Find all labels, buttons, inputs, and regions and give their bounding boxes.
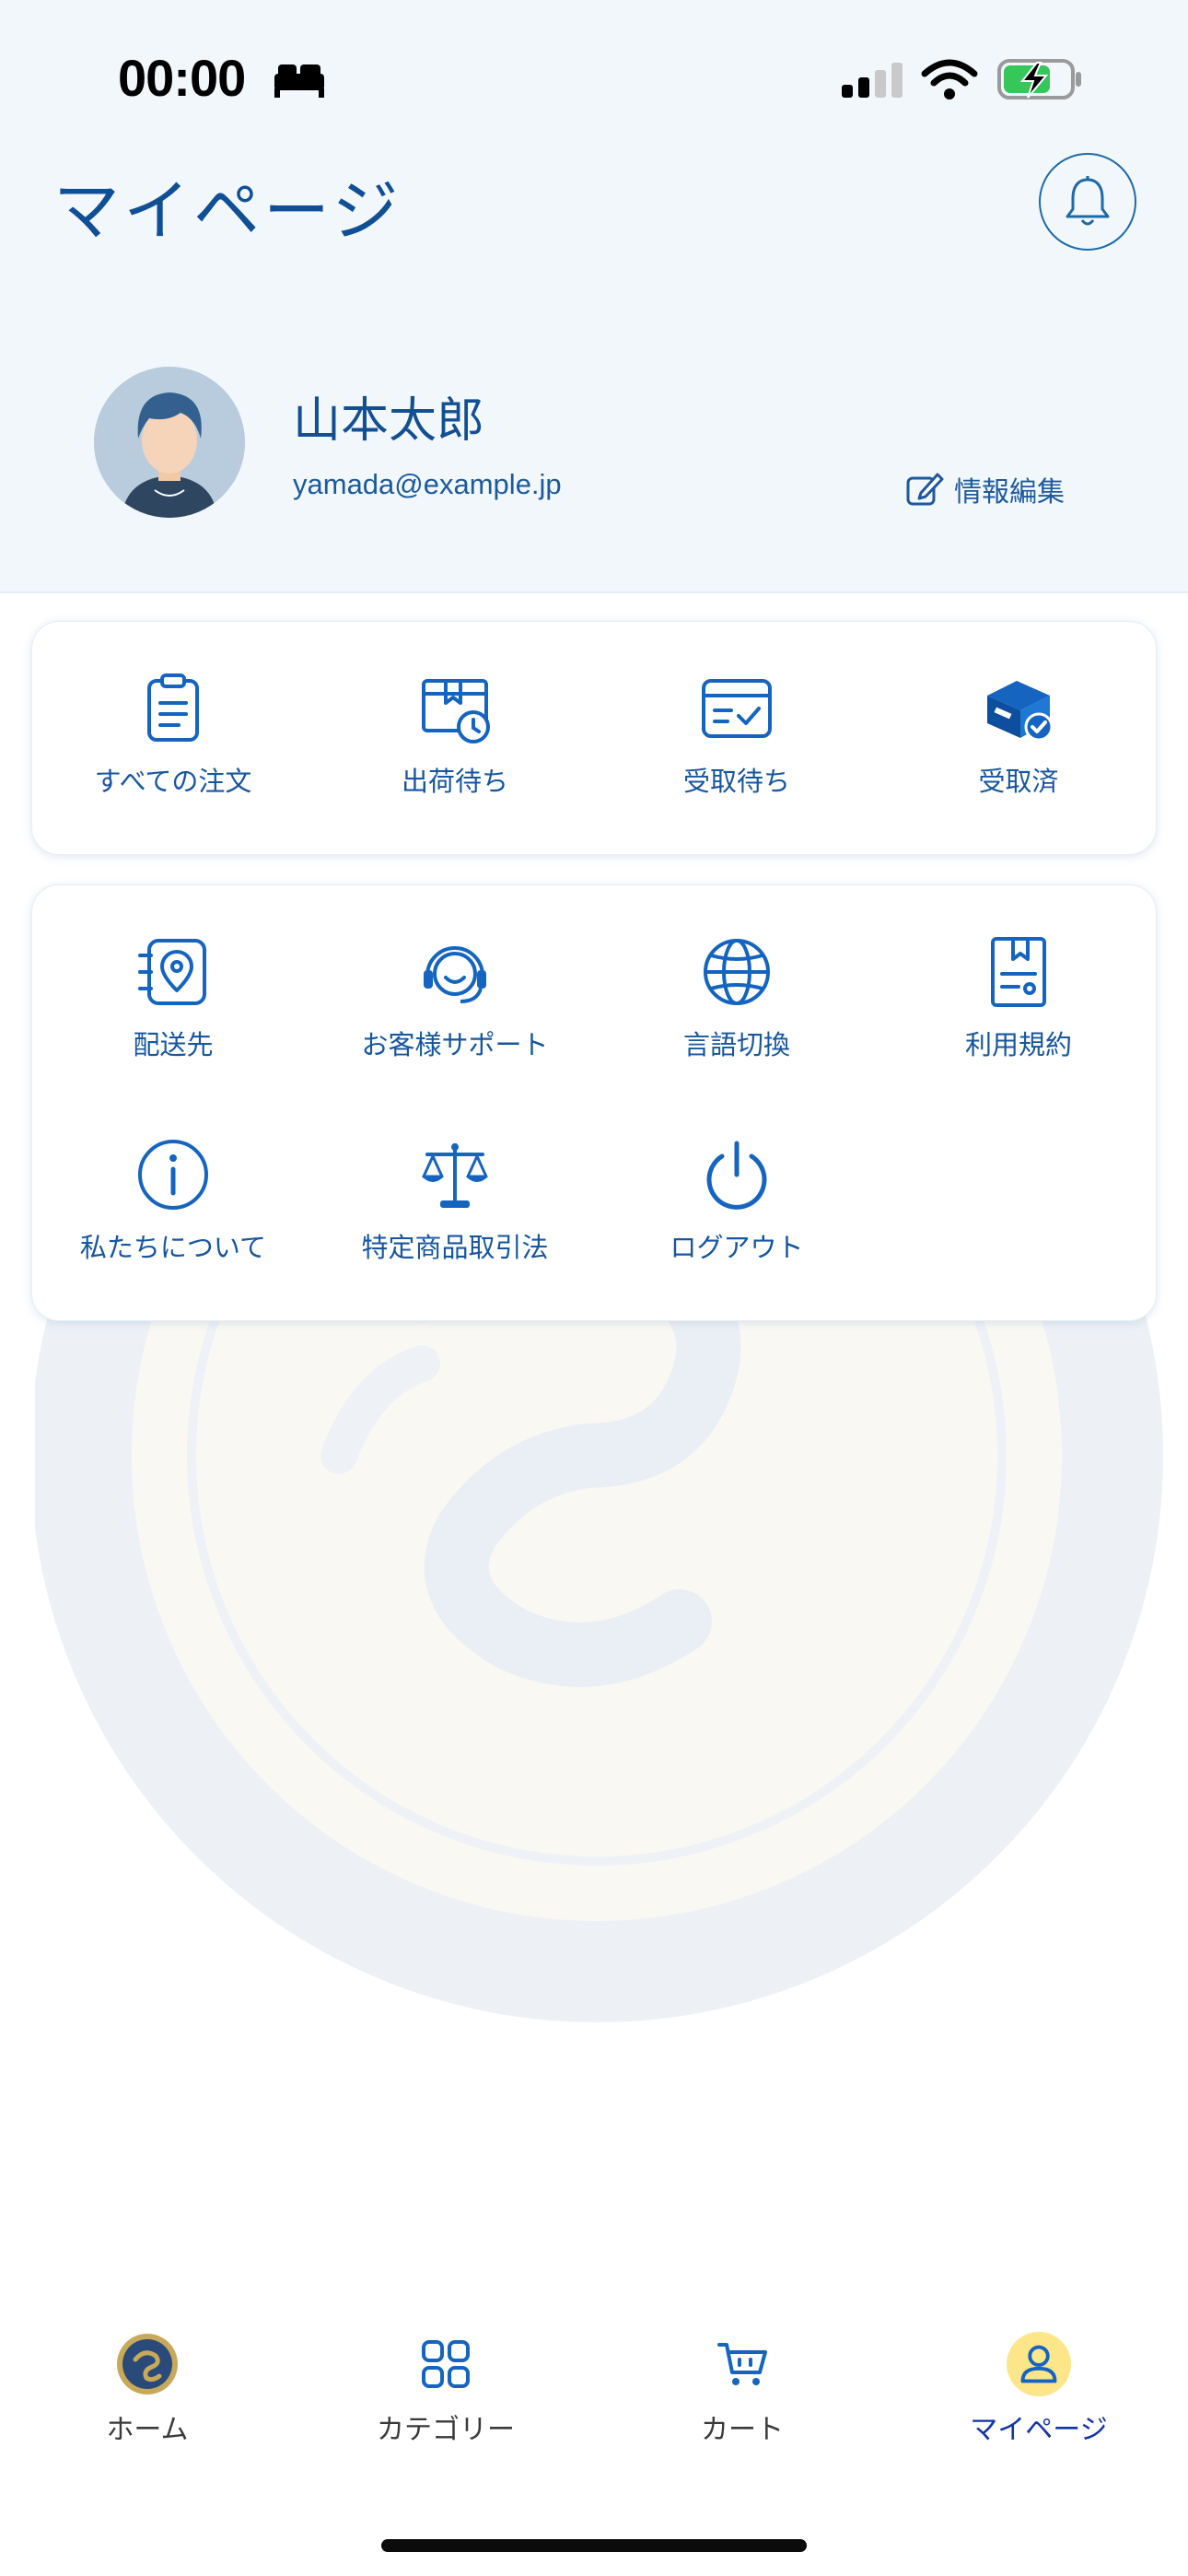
sleep-mode-icon <box>274 64 324 98</box>
user-icon <box>1006 2331 1072 2397</box>
tab-cart-label: カート <box>701 2414 784 2446</box>
user-email: yamada@example.jp <box>293 468 562 500</box>
order-all-button[interactable]: すべての注文 <box>32 670 314 808</box>
shipping-clock-icon <box>422 679 490 744</box>
order-awaiting-receipt-label: 受取待ち <box>682 766 790 797</box>
edit-icon <box>906 473 944 506</box>
terms-of-use-label: 利用規約 <box>964 1029 1072 1060</box>
services-card: 配送先 お客様サポート 言語切換 利用規約 私たちについて 特定商品取引法 ログ… <box>31 884 1157 1321</box>
logout-button[interactable]: ログアウト <box>596 1136 878 1274</box>
grid-icon <box>422 2340 470 2388</box>
orders-card: すべての注文 出荷待ち 受取待ち 受取済 <box>31 621 1157 855</box>
tab-mypage-label: マイページ <box>970 2414 1108 2446</box>
shipping-address-button[interactable]: 配送先 <box>32 933 314 1071</box>
inbox-check-icon <box>702 679 772 738</box>
order-received-button[interactable]: 受取済 <box>878 670 1159 808</box>
terms-of-use-button[interactable]: 利用規約 <box>878 933 1159 1071</box>
terms-book-icon <box>991 937 1046 1007</box>
tab-home[interactable]: ホーム <box>9 2331 285 2451</box>
headset-icon <box>424 946 486 1003</box>
scale-icon <box>422 1143 488 1208</box>
tab-category[interactable]: カテゴリー <box>308 2331 584 2451</box>
user-name: 山本太郎 <box>293 393 485 449</box>
status-time: 00:00 <box>118 49 246 107</box>
home-logo-icon <box>117 2334 178 2395</box>
about-us-label: 私たちについて <box>79 1232 267 1263</box>
order-awaiting-shipment-button[interactable]: 出荷待ち <box>314 670 596 808</box>
power-icon <box>706 1141 767 1210</box>
shipping-address-label: 配送先 <box>133 1029 214 1060</box>
language-switch-label: 言語切換 <box>682 1029 790 1060</box>
avatar-illustration <box>94 367 245 518</box>
globe-icon <box>704 939 770 1005</box>
language-switch-button[interactable]: 言語切換 <box>596 933 878 1071</box>
edit-profile-button[interactable]: 情報編集 <box>904 466 1065 512</box>
bell-icon <box>1066 176 1110 226</box>
commercial-law-label: 特定商品取引法 <box>361 1232 549 1263</box>
cellular-signal-icon <box>842 63 903 98</box>
commercial-law-button[interactable]: 特定商品取引法 <box>314 1136 596 1274</box>
info-icon <box>138 1140 208 1210</box>
page-title: マイページ <box>53 172 402 250</box>
customer-support-button[interactable]: お客様サポート <box>314 933 596 1071</box>
box-check-icon <box>987 681 1054 742</box>
cart-icon <box>717 2343 767 2385</box>
logout-label: ログアウト <box>670 1232 804 1263</box>
order-all-label: すべての注文 <box>94 766 252 797</box>
order-received-label: 受取済 <box>978 766 1059 797</box>
location-icon <box>138 939 206 1005</box>
battery-charging-icon <box>997 59 1081 100</box>
order-awaiting-shipment-label: 出荷待ち <box>401 766 508 797</box>
customer-support-label: お客様サポート <box>361 1029 549 1060</box>
tab-cart[interactable]: カート <box>604 2331 880 2451</box>
notification-button[interactable] <box>1039 153 1136 251</box>
about-us-button[interactable]: 私たちについて <box>32 1136 314 1274</box>
tab-home-label: ホーム <box>106 2414 189 2446</box>
edit-profile-label: 情報編集 <box>954 476 1065 509</box>
wifi-icon <box>921 59 978 100</box>
clipboard-icon <box>147 673 199 742</box>
tab-mypage[interactable]: マイページ <box>901 2331 1177 2451</box>
home-indicator[interactable] <box>381 2539 807 2552</box>
avatar[interactable] <box>94 367 245 518</box>
tab-category-label: カテゴリー <box>377 2414 515 2446</box>
order-awaiting-receipt-button[interactable]: 受取待ち <box>596 670 878 808</box>
